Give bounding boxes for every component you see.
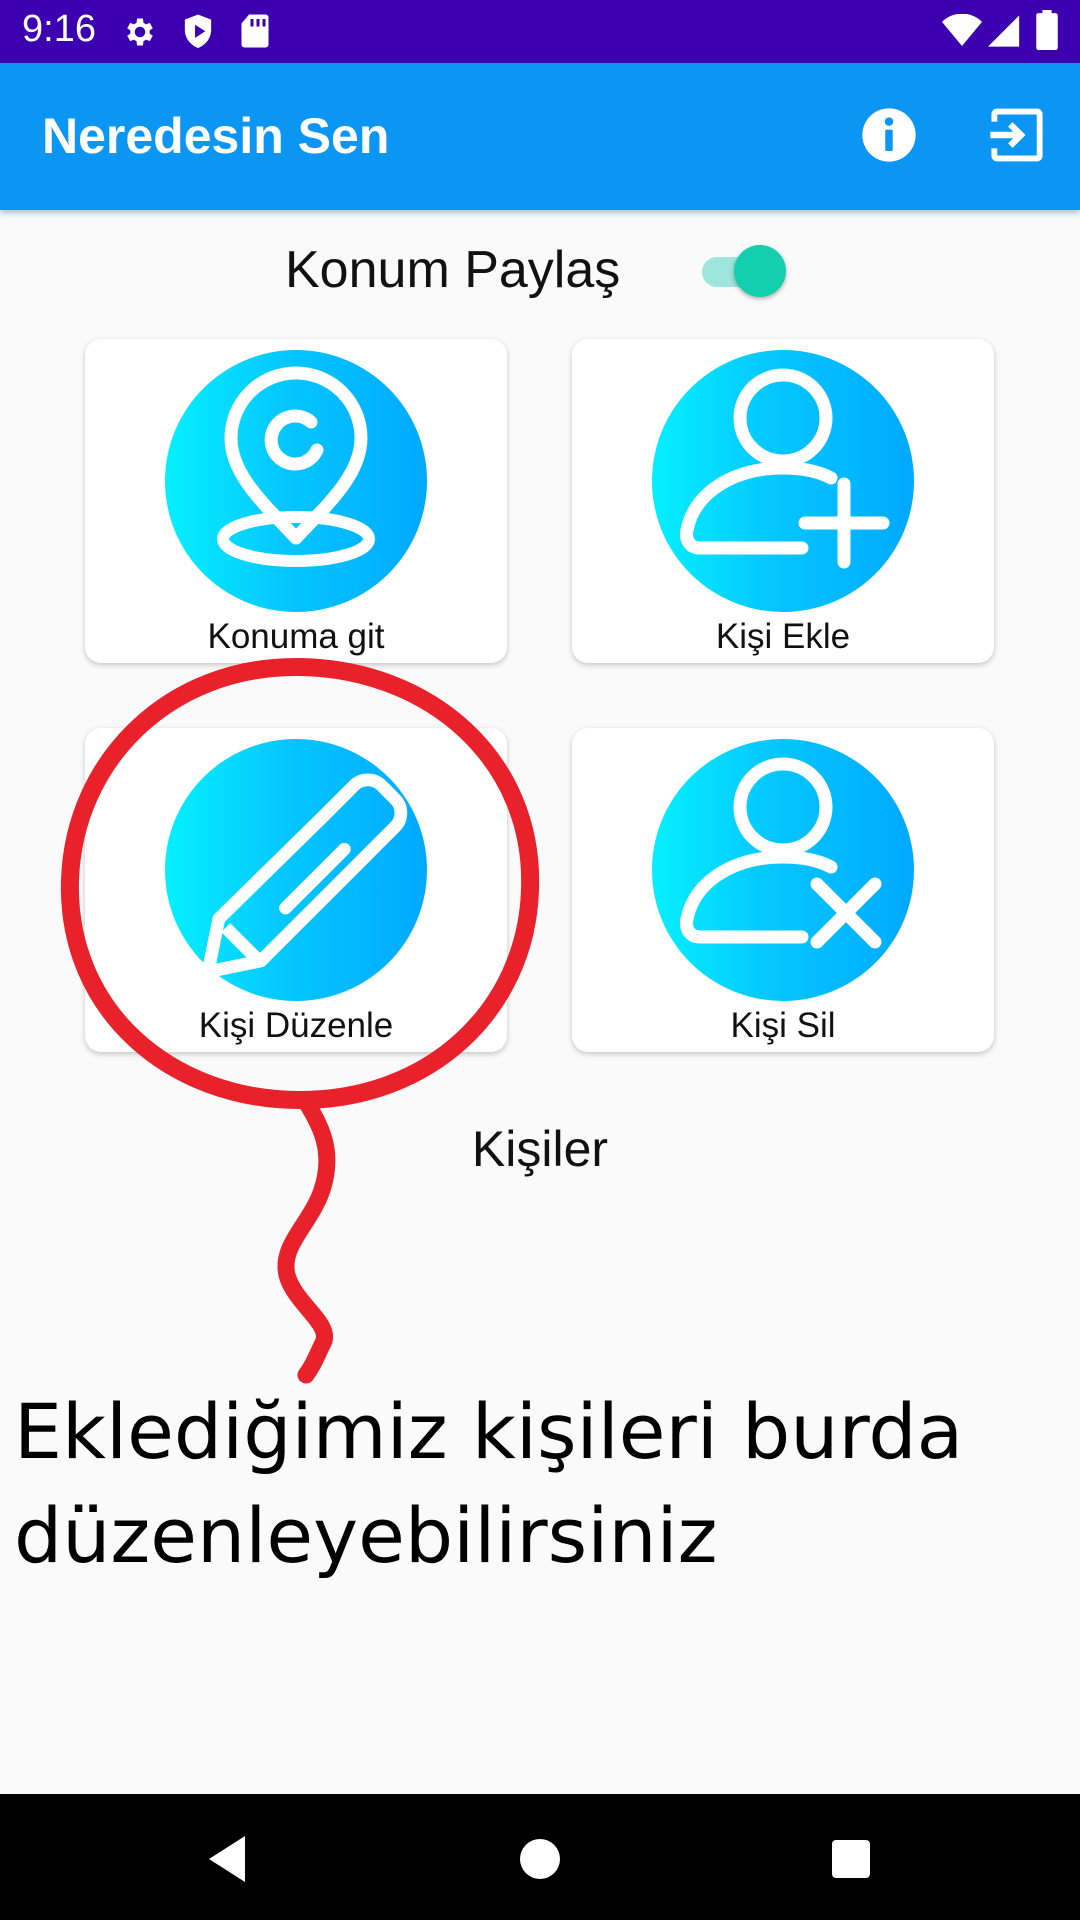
card-icon-circle <box>165 350 427 612</box>
remove-user-icon <box>680 757 882 949</box>
card-go-to-location[interactable]: Konuma git <box>85 339 507 663</box>
card-delete-contact[interactable]: Kişi Sil <box>572 728 994 1052</box>
battery-icon <box>1036 10 1058 55</box>
switch-thumb <box>734 245 786 297</box>
card-label: Kişi Ekle <box>715 617 851 656</box>
card-label: Konuma git <box>207 617 385 656</box>
card-icon-circle <box>652 350 914 612</box>
status-bar: 9:16 <box>0 0 1080 63</box>
pencil-icon <box>201 773 408 979</box>
card-edit-contact[interactable]: Kişi Düzenle <box>85 728 507 1052</box>
logout-icon[interactable] <box>985 103 1049 167</box>
sd-card-icon <box>240 13 270 54</box>
card-icon-circle <box>165 739 427 1001</box>
back-icon[interactable] <box>195 1824 265 1894</box>
add-user-icon <box>680 368 890 569</box>
status-time: 9:16 <box>22 8 96 50</box>
recents-icon[interactable] <box>815 1824 885 1894</box>
location-pin-icon <box>217 366 375 567</box>
card-label: Kişi Sil <box>730 1006 836 1045</box>
home-icon[interactable] <box>505 1824 575 1894</box>
gear-icon <box>122 14 158 55</box>
shield-play-icon <box>180 13 216 56</box>
contacts-section-label: Kişiler <box>471 1121 609 1177</box>
annotation-text: Eklediğimiz kişileri burda düzenleyebili… <box>14 1387 964 1580</box>
wifi-icon <box>942 13 982 53</box>
info-icon[interactable] <box>857 103 921 167</box>
location-share-label: Konum Paylaş <box>285 241 621 299</box>
app-bar: Neredesin Sen <box>0 63 1080 210</box>
signal-icon <box>988 14 1022 53</box>
card-icon-circle <box>652 739 914 1001</box>
app-title: Neredesin Sen <box>42 108 390 164</box>
navigation-bar <box>0 1794 1080 1920</box>
card-add-contact[interactable]: Kişi Ekle <box>572 339 994 663</box>
location-share-switch[interactable] <box>698 245 788 299</box>
card-label: Kişi Düzenle <box>198 1006 394 1045</box>
